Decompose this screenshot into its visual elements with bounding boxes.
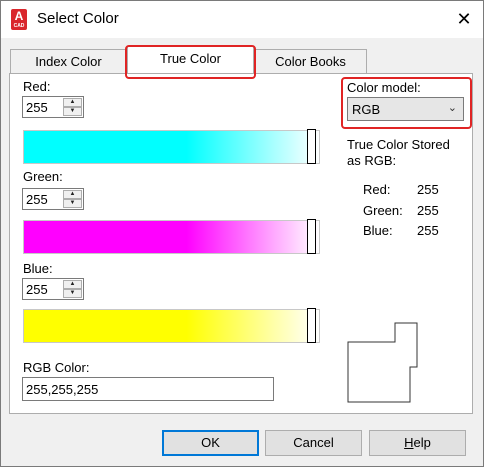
title-bar: A CAD Select Color ✕ <box>1 1 483 38</box>
close-icon: ✕ <box>456 9 472 29</box>
red-spin-arrows: ▲ ▼ <box>63 98 82 116</box>
chevron-down-icon: ⌄ <box>447 102 457 114</box>
stored-green-label: Green: <box>363 203 403 218</box>
stored-green-value: 255 <box>417 203 439 218</box>
window-title: Select Color <box>37 10 119 27</box>
stored-heading: True Color Stored as RGB: <box>347 137 450 168</box>
cancel-button[interactable]: Cancel <box>265 430 362 456</box>
stored-red-value: 255 <box>417 182 439 197</box>
red-value: 255 <box>26 100 48 115</box>
stored-blue-value: 255 <box>417 223 439 238</box>
close-button[interactable]: ✕ <box>445 1 483 38</box>
blue-decrement-icon[interactable]: ▼ <box>63 289 82 298</box>
color-model-select[interactable]: RGB ⌄ <box>347 97 464 121</box>
red-slider-handle[interactable] <box>307 129 316 164</box>
stored-red-label: Red: <box>363 182 391 197</box>
green-gradient-bar[interactable] <box>23 220 320 254</box>
help-button[interactable]: Help <box>369 430 466 456</box>
rgb-color-label: RGB Color: <box>23 360 90 375</box>
blue-spin-arrows: ▲ ▼ <box>63 280 82 298</box>
app-icon-letter: A <box>14 9 24 23</box>
color-model-label: Color model: <box>347 80 421 95</box>
help-label-rest: elp <box>413 435 431 450</box>
green-decrement-icon[interactable]: ▼ <box>63 199 82 208</box>
blue-label: Blue: <box>23 261 53 276</box>
tab-color-books[interactable]: Color Books <box>254 49 367 73</box>
color-preview-swatch <box>347 322 418 403</box>
rgb-color-value: 255,255,255 <box>26 382 99 397</box>
stored-blue-label: Blue: <box>363 223 393 238</box>
blue-spinbox[interactable]: 255 ▲ ▼ <box>22 278 84 300</box>
color-preview-shape <box>347 322 418 403</box>
app-icon-subtext: CAD <box>13 23 25 29</box>
green-slider-handle[interactable] <box>307 219 316 254</box>
help-mnemonic: H <box>404 435 414 450</box>
blue-gradient-bar[interactable] <box>23 309 320 343</box>
green-label: Green: <box>23 169 63 184</box>
blue-value: 255 <box>26 282 48 297</box>
ok-button[interactable]: OK <box>162 430 259 456</box>
red-spinbox[interactable]: 255 ▲ ▼ <box>22 96 84 118</box>
green-spin-arrows: ▲ ▼ <box>63 190 82 208</box>
rgb-color-field[interactable]: 255,255,255 <box>22 377 274 401</box>
autocad-app-icon: A CAD <box>11 9 27 30</box>
green-increment-icon[interactable]: ▲ <box>63 190 82 199</box>
red-increment-icon[interactable]: ▲ <box>63 98 82 107</box>
tab-true-color[interactable]: True Color <box>127 46 254 73</box>
red-gradient-bar[interactable] <box>23 130 320 164</box>
select-color-dialog: A CAD Select Color ✕ Index Color True Co… <box>0 0 484 467</box>
red-decrement-icon[interactable]: ▼ <box>63 107 82 116</box>
green-spinbox[interactable]: 255 ▲ ▼ <box>22 188 84 210</box>
color-model-value: RGB <box>352 102 381 117</box>
tab-index-color[interactable]: Index Color <box>10 49 127 73</box>
blue-increment-icon[interactable]: ▲ <box>63 280 82 289</box>
green-value: 255 <box>26 192 48 207</box>
red-label: Red: <box>23 79 51 94</box>
blue-slider-handle[interactable] <box>307 308 316 343</box>
